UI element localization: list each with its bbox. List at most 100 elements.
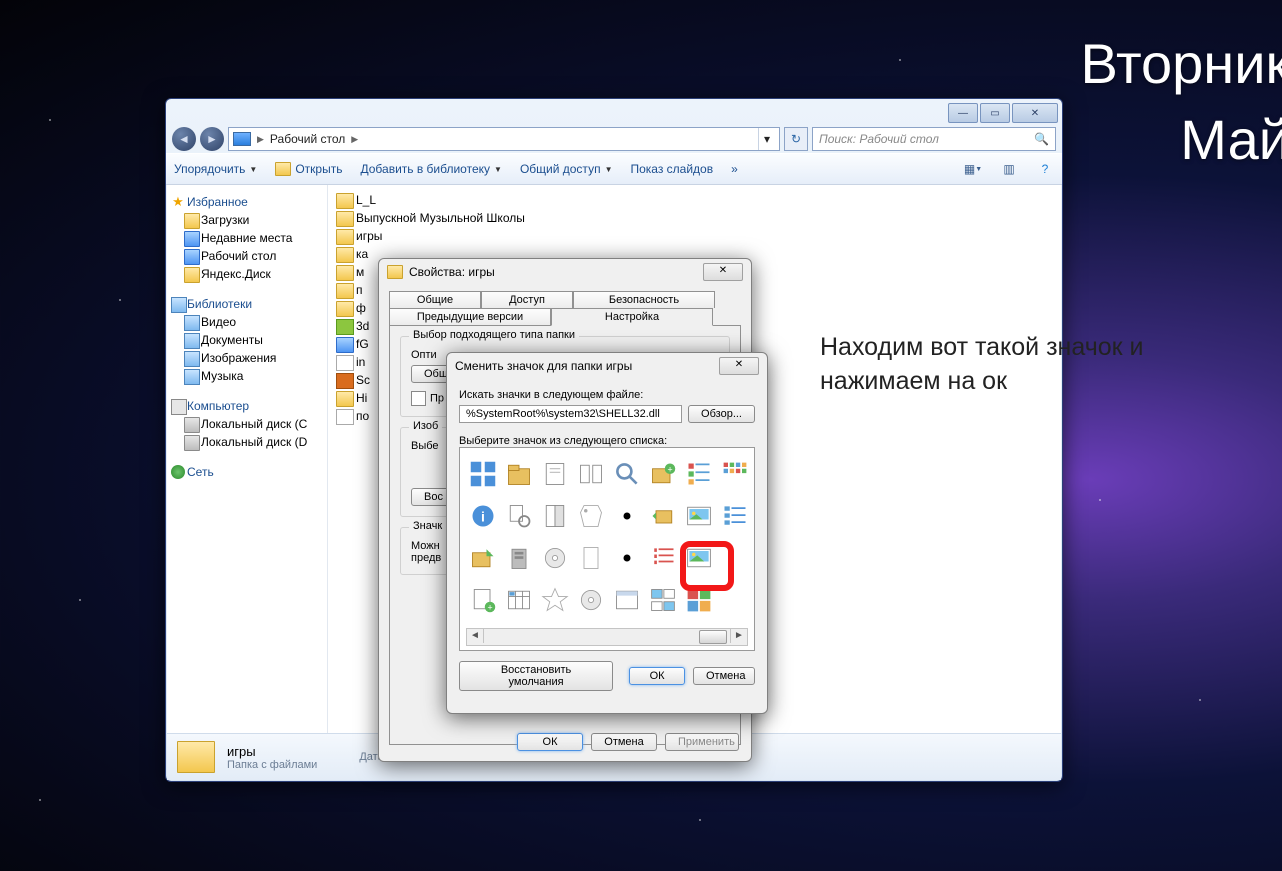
share-button[interactable]: Общий доступ▼ (520, 162, 613, 176)
back-button[interactable]: ◄ (172, 127, 196, 151)
icon-option[interactable] (646, 538, 680, 578)
address-bar[interactable]: ▶ Рабочий стол ▶ ▾ (228, 127, 780, 151)
cancel-button[interactable]: Отмена (591, 733, 657, 751)
view-button[interactable]: ▦▼ (964, 160, 982, 178)
sidebar-item-disk-c[interactable]: Локальный диск (C (167, 415, 327, 433)
icon-option[interactable]: + (646, 454, 680, 494)
icon-option[interactable] (682, 496, 716, 536)
maximize-button[interactable]: ▭ (980, 103, 1010, 123)
list-item[interactable]: по (328, 407, 1061, 425)
properties-titlebar[interactable]: Свойства: игры ✕ (379, 259, 751, 285)
list-item[interactable]: игры (328, 227, 1061, 245)
list-item[interactable]: in (328, 353, 1061, 371)
icon-option[interactable] (610, 538, 644, 578)
tab-customize[interactable]: Настройка (551, 308, 713, 326)
icon-option[interactable] (466, 538, 500, 578)
icon-option[interactable] (538, 580, 572, 620)
icon-scrollbar[interactable]: ◄ ► (466, 628, 748, 646)
list-item[interactable]: fG (328, 335, 1061, 353)
icon-list[interactable]: + i (459, 447, 755, 651)
close-button[interactable]: ✕ (1012, 103, 1058, 123)
explorer-titlebar[interactable]: — ▭ ✕ (166, 99, 1062, 125)
restore-default-button[interactable]: Вос (411, 488, 456, 506)
minimize-button[interactable]: — (948, 103, 978, 123)
search-box[interactable]: Поиск: Рабочий стол 🔍 (812, 127, 1056, 151)
close-button[interactable]: ✕ (703, 263, 743, 281)
icon-option[interactable] (502, 538, 536, 578)
sidebar-item-music[interactable]: Музыка (167, 367, 327, 385)
folder-type-dropdown[interactable]: Общи (411, 365, 457, 383)
sidebar-item-disk-d[interactable]: Локальный диск (D (167, 433, 327, 451)
icon-option[interactable]: + (466, 580, 500, 620)
computer-group[interactable]: Компьютер (167, 395, 327, 415)
sidebar-item-recent[interactable]: Недавние места (167, 229, 327, 247)
icon-option[interactable]: i (466, 496, 500, 536)
restore-defaults-button[interactable]: Восстановить умолчания (459, 661, 613, 691)
favorites-group[interactable]: ★Избранное (167, 191, 327, 211)
icon-option[interactable] (466, 454, 500, 494)
ok-button[interactable]: ОК (517, 733, 583, 751)
network-group[interactable]: Сеть (167, 461, 327, 481)
sidebar-item-desktop[interactable]: Рабочий стол (167, 247, 327, 265)
breadcrumb-sep-2[interactable]: ▶ (351, 134, 358, 145)
sidebar-item-downloads[interactable]: Загрузки (167, 211, 327, 229)
icon-option[interactable] (610, 580, 644, 620)
icon-option[interactable] (646, 496, 680, 536)
icon-option[interactable] (718, 454, 752, 494)
refresh-button[interactable]: ↻ (784, 127, 808, 151)
scroll-right[interactable]: ► (730, 629, 747, 643)
icon-option[interactable] (502, 454, 536, 494)
icon-option[interactable] (574, 538, 608, 578)
sidebar-item-documents[interactable]: Документы (167, 331, 327, 349)
browse-button[interactable]: Обзор... (688, 405, 755, 423)
icon-option[interactable] (646, 580, 680, 620)
libraries-group[interactable]: Библиотеки (167, 293, 327, 313)
organize-button[interactable]: Упорядочить▼ (174, 162, 257, 176)
list-item[interactable]: Выпускной Музыльной Школы (328, 209, 1061, 227)
tab-previous[interactable]: Предыдущие версии (389, 308, 551, 325)
tab-general[interactable]: Общие (389, 291, 481, 308)
breadcrumb-sep[interactable]: ▶ (257, 134, 264, 145)
icon-option[interactable] (610, 496, 644, 536)
list-item[interactable]: м (328, 263, 1061, 281)
tab-security[interactable]: Безопасность (573, 291, 715, 308)
icon-option[interactable] (574, 496, 608, 536)
icon-option[interactable] (502, 496, 536, 536)
open-button[interactable]: Открыть (275, 162, 342, 176)
close-button[interactable]: ✕ (719, 357, 759, 375)
icon-option[interactable] (538, 496, 572, 536)
sidebar-item-pictures[interactable]: Изображения (167, 349, 327, 367)
icon-option[interactable] (574, 580, 608, 620)
change-icon-titlebar[interactable]: Сменить значок для папки игры ✕ (447, 353, 767, 379)
icon-option[interactable] (610, 454, 644, 494)
cancel-button[interactable]: Отмена (693, 667, 755, 685)
nav-pane[interactable]: ★Избранное Загрузки Недавние места Рабоч… (167, 185, 328, 733)
icon-option[interactable] (574, 454, 608, 494)
scroll-left[interactable]: ◄ (467, 629, 484, 643)
tab-sharing[interactable]: Доступ (481, 291, 573, 308)
also-apply-checkbox[interactable] (411, 391, 426, 406)
ok-button[interactable]: ОК (629, 667, 685, 685)
icon-option[interactable] (682, 454, 716, 494)
breadcrumb-desktop[interactable]: Рабочий стол (270, 132, 345, 146)
icon-option[interactable] (682, 580, 716, 620)
list-item[interactable]: ка (328, 245, 1061, 263)
help-button[interactable]: ? (1036, 160, 1054, 178)
sidebar-item-video[interactable]: Видео (167, 313, 327, 331)
list-item[interactable]: п (328, 281, 1061, 299)
slideshow-button[interactable]: Показ слайдов (630, 162, 713, 176)
forward-button[interactable]: ► (200, 127, 224, 151)
icon-option[interactable] (718, 496, 752, 536)
apply-button[interactable]: Применить (665, 733, 739, 751)
preview-pane-button[interactable]: ▥ (1000, 160, 1018, 178)
address-dropdown[interactable]: ▾ (758, 128, 775, 150)
toolbar-overflow[interactable]: » (731, 162, 738, 176)
file-list[interactable]: L_L Выпускной Музыльной Школы игры ка м … (328, 185, 1061, 733)
list-item[interactable]: Hi (328, 389, 1061, 407)
sidebar-item-yandex[interactable]: Яндекс.Диск (167, 265, 327, 283)
list-item[interactable]: Sc (328, 371, 1061, 389)
icon-option[interactable] (538, 454, 572, 494)
icon-option[interactable] (538, 538, 572, 578)
icon-option[interactable] (682, 538, 716, 578)
scroll-thumb[interactable] (699, 630, 727, 644)
